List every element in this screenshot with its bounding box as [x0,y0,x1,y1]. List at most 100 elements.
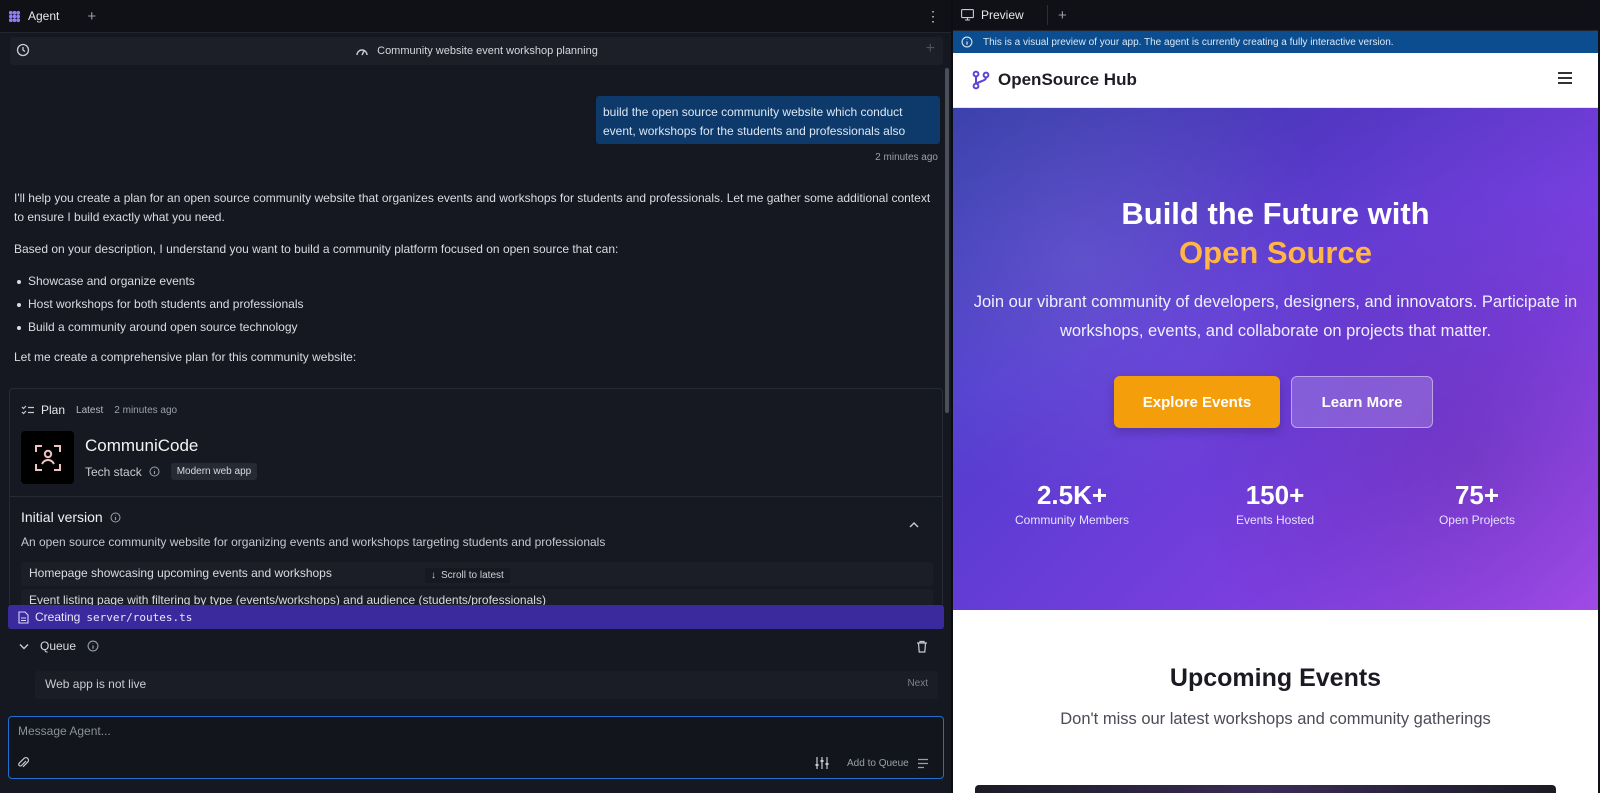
conversation-header: Community website event workshop plannin… [10,37,943,65]
preview-pane: Preview + This is a visual preview of yo… [953,0,1598,793]
queue-section: Queue Web app is not live Next [8,632,944,706]
list-item: Showcase and organize events [14,272,934,291]
tech-stack-label: Tech stack [85,464,142,479]
scroll-to-latest-button[interactable]: ↓ Scroll to latest [425,568,510,583]
user-message-time: 2 minutes ago [875,152,938,163]
upcoming-events-section: Upcoming Events Don't miss our latest wo… [953,610,1598,793]
trash-icon[interactable] [916,640,928,653]
app-root: Agent + ⋮ Community website event worksh… [0,0,1600,793]
stat-open-projects: 75+ Open Projects [1387,480,1567,527]
app-name: CommuniCode [85,436,199,455]
more-options-icon[interactable]: ⋮ [926,8,940,25]
creating-status-bar: Creating server/routes.ts [8,605,944,629]
attachment-icon[interactable] [17,756,29,770]
new-conversation-plus-icon[interactable]: + [926,40,935,58]
section-title: Upcoming Events [1169,664,1382,692]
site-navbar: OpenSource Hub [953,53,1598,108]
hero-title-main: Build the Future with [1121,196,1430,231]
stat-value: 2.5K+ [1036,480,1108,510]
agent-pane: Agent + ⋮ Community website event worksh… [0,0,953,793]
queue-item-label: Web app is not live [45,677,147,691]
queue-label: Queue [40,639,77,653]
divider [10,496,942,497]
queue-item[interactable]: Web app is not live Next [35,671,938,699]
gauge-icon [356,49,368,56]
preview-tabbar: Preview + [953,0,1598,31]
hero-title: Build the Future with Open Source [953,194,1598,272]
hamburger-menu-icon[interactable] [1558,72,1572,84]
chat-scrollbar[interactable] [945,68,949,413]
monitor-icon [961,9,974,21]
tech-stack-pill: Modern web app [170,463,258,480]
info-icon [961,36,973,48]
stat-community-members: 2.5K+ Community Members [982,480,1162,527]
agent-paragraph: Based on your description, I understand … [14,242,619,256]
agent-tabbar: Agent + ⋮ [0,0,951,33]
history-icon[interactable] [16,43,30,57]
stat-label: Events Hosted [1235,513,1315,527]
stat-value: 75+ [1454,480,1500,510]
list-item: Build a community around open source tec… [14,318,934,337]
divider [1047,5,1048,25]
learn-more-button[interactable]: Learn More [1291,376,1433,428]
agent-message: I'll help you create a plan for an open … [14,189,934,380]
info-icon[interactable] [87,640,99,652]
agent-logo-icon [8,10,21,22]
conversation-title: Community website event workshop plannin… [377,45,598,57]
new-tab-plus-icon[interactable]: + [1058,7,1067,24]
preview-info-text: This is a visual preview of your app. Th… [983,36,1394,48]
message-composer: Add to Queue [8,716,944,779]
version-description: An open source community website for org… [21,535,606,549]
settings-sliders-icon[interactable] [815,757,829,769]
event-card-image [975,785,1556,793]
tab-agent-label: Agent [28,9,60,23]
section-subtitle: Don't miss our latest workshops and comm… [1060,710,1491,728]
chevron-up-icon[interactable] [908,521,920,529]
agent-paragraph: I'll help you create a plan for an open … [14,191,931,224]
tab-preview[interactable]: Preview [961,8,1043,22]
scroll-to-latest-label: Scroll to latest [441,570,504,581]
tab-agent[interactable]: Agent [8,0,73,33]
version-title: Initial version [21,509,103,525]
preview-info-bar: This is a visual preview of your app. Th… [953,31,1598,53]
checklist-icon [21,405,34,415]
queue-header[interactable]: Queue [19,639,99,653]
app-logo [21,431,74,484]
user-message: build the open source community website … [596,96,940,144]
stat-label: Community Members [1014,513,1130,527]
list-item: Host workshops for both students and pro… [14,295,934,314]
chevron-down-icon[interactable] [19,643,29,650]
agent-bullet-list: Showcase and organize events Host worksh… [14,272,934,337]
communicode-logo-icon [34,444,61,471]
plan-badge: Latest [76,404,104,416]
hero-title-accent: Open Source [1179,235,1372,270]
tech-stack-row: Tech stack Modern web app [85,463,258,480]
plan-label: Plan [41,403,66,417]
queue-icon [917,758,928,769]
hero-section: Build the Future with Open Source Join o… [953,108,1598,610]
stat-label: Open Projects [1438,513,1516,527]
queue-item-next[interactable]: Next [907,678,928,689]
explore-events-button[interactable]: Explore Events [1114,376,1280,428]
hero-subtitle: Join our vibrant community of developers… [973,293,1578,340]
stat-events-hosted: 150+ Events Hosted [1185,480,1365,527]
plan-time: 2 minutes ago [114,404,178,416]
creating-label: Creating [35,610,81,624]
git-branch-icon [972,70,990,90]
version-header[interactable]: Initial version [21,509,121,525]
creating-file: server/routes.ts [86,610,193,624]
site-brand-name: OpenSource Hub [998,70,1137,89]
add-to-queue-label: Add to Queue [847,758,909,769]
stat-value: 150+ [1245,480,1305,510]
file-icon [18,610,29,624]
new-tab-plus-icon[interactable]: + [87,8,96,25]
site-brand[interactable]: OpenSource Hub [972,70,1137,90]
tab-preview-label: Preview [981,8,1024,22]
arrow-down-icon: ↓ [431,570,436,581]
add-to-queue-button[interactable]: Add to Queue [847,758,929,769]
agent-paragraph: Let me create a comprehensive plan for t… [14,350,357,364]
plan-header: Plan Latest 2 minutes ago [21,403,177,417]
info-icon[interactable] [149,466,160,477]
message-input[interactable] [18,724,718,738]
info-icon[interactable] [110,512,121,523]
